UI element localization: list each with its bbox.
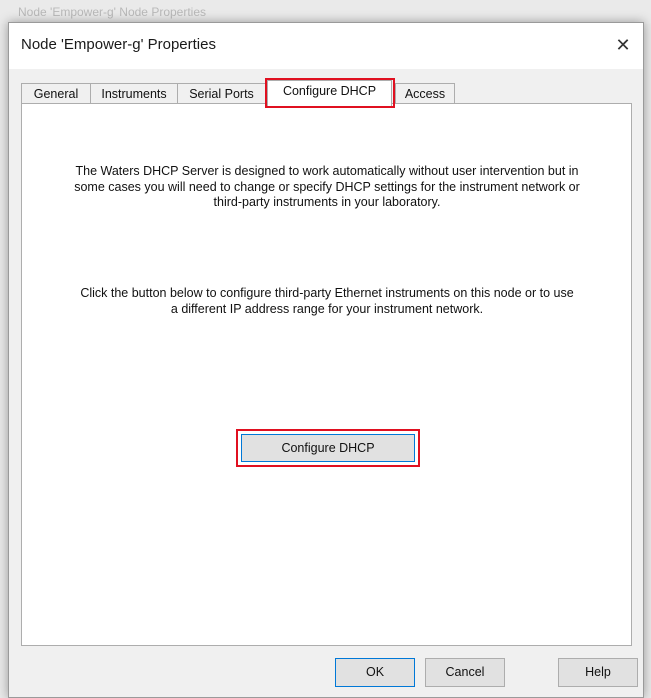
configure-dhcp-highlight-box: Configure DHCP [236,429,420,467]
configure-dhcp-panel: The Waters DHCP Server is designed to wo… [21,103,632,646]
tab-access[interactable]: Access [395,83,455,104]
tab-serial-ports[interactable]: Serial Ports [177,83,266,104]
properties-dialog: Node 'Empower-g' Properties ✕ General In… [8,22,644,698]
background-window-title: Node 'Empower-g' Node Properties [0,0,651,24]
tab-configure-dhcp[interactable]: Configure DHCP [267,80,392,106]
ok-button[interactable]: OK [335,658,415,687]
dhcp-description-text: The Waters DHCP Server is designed to wo… [74,164,580,209]
dhcp-instructions-text: Click the button below to configure thir… [80,286,574,316]
cancel-button[interactable]: Cancel [425,658,505,687]
tab-general[interactable]: General [21,83,91,104]
configure-dhcp-button[interactable]: Configure DHCP [241,434,415,462]
dialog-title: Node 'Empower-g' Properties [21,36,216,53]
close-icon[interactable]: ✕ [609,31,637,59]
help-button[interactable]: Help [558,658,638,687]
title-bar: Node 'Empower-g' Properties ✕ [9,23,643,69]
tab-instruments[interactable]: Instruments [90,83,178,104]
